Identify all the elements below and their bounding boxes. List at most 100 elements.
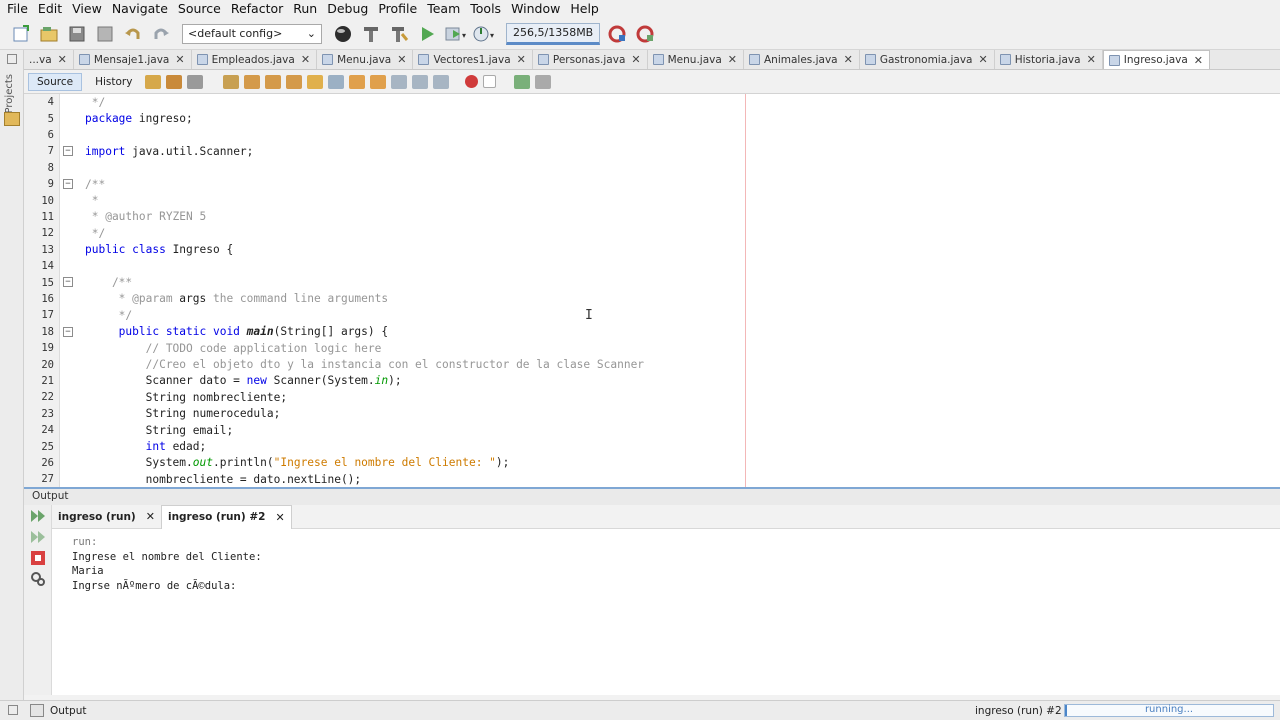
file-tab[interactable]: Historia.java ✕ — [995, 50, 1103, 69]
menu-navigate[interactable]: Navigate — [107, 0, 173, 18]
file-tab[interactable]: Personas.java ✕ — [533, 50, 648, 69]
fold-toggle-icon[interactable]: − — [63, 146, 73, 157]
find-selection-icon[interactable] — [286, 74, 303, 89]
stop-macro-icon[interactable] — [483, 75, 497, 88]
file-tab[interactable]: Mensaje1.java ✕ — [74, 50, 192, 69]
menu-window[interactable]: Window — [506, 0, 565, 18]
output-tab[interactable]: ingreso (run) #2 ✕ — [160, 504, 292, 529]
output-icon[interactable] — [30, 704, 44, 717]
profile-ide-icon[interactable] — [634, 23, 656, 45]
rerun-with-params-icon[interactable] — [30, 530, 46, 544]
close-icon[interactable]: ✕ — [58, 53, 67, 66]
code-editor[interactable]: 4 */5 package ingreso; 6 7− import java.util… — [24, 94, 1280, 487]
start-macro-icon[interactable] — [465, 75, 479, 88]
close-icon[interactable]: ✕ — [1087, 53, 1096, 66]
file-tab[interactable]: Menu.java ✕ — [317, 50, 414, 69]
settings-icon[interactable] — [30, 572, 46, 586]
output-window-label[interactable]: Output — [50, 705, 86, 717]
menu-debug[interactable]: Debug — [322, 0, 373, 18]
tab-source[interactable]: Source — [28, 72, 83, 91]
toggle-highlight-icon[interactable] — [307, 74, 324, 89]
file-tab[interactable]: Empleados.java ✕ — [192, 50, 318, 69]
menu-edit[interactable]: Edit — [33, 0, 67, 18]
menu-run[interactable]: Run — [288, 0, 322, 18]
files-icon[interactable] — [4, 112, 20, 126]
last-edit-icon[interactable] — [145, 74, 162, 89]
stop-icon[interactable] — [30, 551, 46, 565]
close-icon[interactable]: ✕ — [1194, 54, 1203, 67]
code-line: 19 // TODO code application logic here — [24, 340, 1280, 356]
next-bookmark-icon[interactable] — [370, 74, 387, 89]
close-icon[interactable]: ✕ — [397, 53, 406, 66]
restore-icon[interactable] — [8, 705, 18, 715]
close-icon[interactable]: ✕ — [979, 53, 988, 66]
shift-right-icon[interactable] — [433, 74, 450, 89]
open-project-icon[interactable] — [38, 23, 60, 45]
fold-toggle-icon[interactable]: − — [63, 179, 73, 189]
line-number: 4 — [47, 96, 54, 109]
find-icon[interactable] — [223, 74, 240, 89]
projects-panel-label[interactable]: Projects — [4, 74, 15, 113]
close-icon[interactable]: ✕ — [844, 53, 853, 66]
forward-icon[interactable] — [187, 74, 204, 89]
run-icon[interactable] — [416, 23, 438, 45]
config-select[interactable]: <default config> ⌄ — [182, 23, 322, 44]
restore-icon[interactable] — [7, 54, 17, 64]
close-icon[interactable]: ✕ — [728, 53, 737, 66]
svg-text:▾: ▾ — [490, 31, 494, 40]
file-tab-label: Animales.java — [764, 53, 838, 66]
redo-icon[interactable] — [150, 23, 172, 45]
file-tab[interactable]: Menu.java ✕ — [648, 50, 744, 69]
gc-icon[interactable] — [606, 23, 628, 45]
undo-icon[interactable] — [122, 23, 144, 45]
find-next-icon[interactable] — [265, 74, 282, 89]
fold-toggle-icon[interactable]: − — [63, 277, 73, 288]
file-tab[interactable]: Vectores1.java ✕ — [413, 50, 533, 69]
close-icon[interactable]: ✕ — [146, 510, 155, 523]
save-all-icon[interactable] — [66, 23, 88, 45]
progress-bar[interactable]: running... — [1064, 704, 1274, 717]
back-icon[interactable] — [166, 74, 183, 89]
close-icon[interactable]: ✕ — [175, 53, 184, 66]
menu-help[interactable]: Help — [565, 0, 604, 18]
file-tab[interactable]: Ingreso.java ✕ — [1102, 50, 1211, 69]
close-icon[interactable]: ✕ — [301, 53, 310, 66]
uncomment-icon[interactable] — [535, 74, 552, 89]
menu-file[interactable]: File — [2, 0, 33, 18]
toggle-bookmark-icon[interactable] — [391, 74, 408, 89]
menu-refactor[interactable]: Refactor — [226, 0, 288, 18]
close-icon[interactable]: ✕ — [275, 511, 284, 524]
menu-tools[interactable]: Tools — [465, 0, 506, 18]
output-tab[interactable]: ingreso (run) ✕ — [52, 505, 161, 529]
file-tab[interactable]: ...va ✕ — [24, 50, 74, 69]
profile-icon[interactable]: ▾ — [472, 23, 494, 45]
close-icon[interactable]: ✕ — [631, 53, 640, 66]
clean-build-icon[interactable] — [388, 23, 410, 45]
file-tab[interactable]: Gastronomia.java ✕ — [860, 50, 995, 69]
new-project-icon[interactable] — [10, 23, 32, 45]
menu-source[interactable]: Source — [173, 0, 226, 18]
tab-history[interactable]: History — [87, 74, 140, 90]
menu-view[interactable]: View — [67, 0, 107, 18]
shift-left-icon[interactable] — [412, 74, 429, 89]
rerun-icon[interactable] — [30, 509, 46, 523]
status-bar: Output ingreso (run) #2 running... — [0, 700, 1280, 720]
toggle-rect-select-icon[interactable] — [328, 74, 345, 89]
code-token: //Creo el objeto dto y la instancia con … — [85, 358, 645, 372]
memory-indicator[interactable]: 256,5/1358MB — [506, 22, 601, 45]
line-number: 27 — [41, 473, 54, 486]
close-project-icon[interactable] — [94, 23, 116, 45]
menu-team[interactable]: Team — [422, 0, 465, 18]
output-console[interactable]: run: Ingrese el nombre del Cliente: Maria I… — [52, 529, 1280, 695]
fold-toggle-icon[interactable]: − — [63, 326, 73, 337]
find-previous-icon[interactable] — [244, 74, 261, 89]
menu-profile[interactable]: Profile — [373, 0, 422, 18]
prev-bookmark-icon[interactable] — [349, 74, 366, 89]
file-tab[interactable]: Animales.java ✕ — [744, 50, 860, 69]
globe-icon[interactable] — [332, 23, 354, 45]
code-token: Scanner dato = — [85, 374, 247, 388]
comment-icon[interactable] — [514, 74, 531, 89]
build-icon[interactable] — [360, 23, 382, 45]
close-icon[interactable]: ✕ — [517, 53, 526, 66]
debug-icon[interactable]: ▾ — [444, 23, 466, 45]
